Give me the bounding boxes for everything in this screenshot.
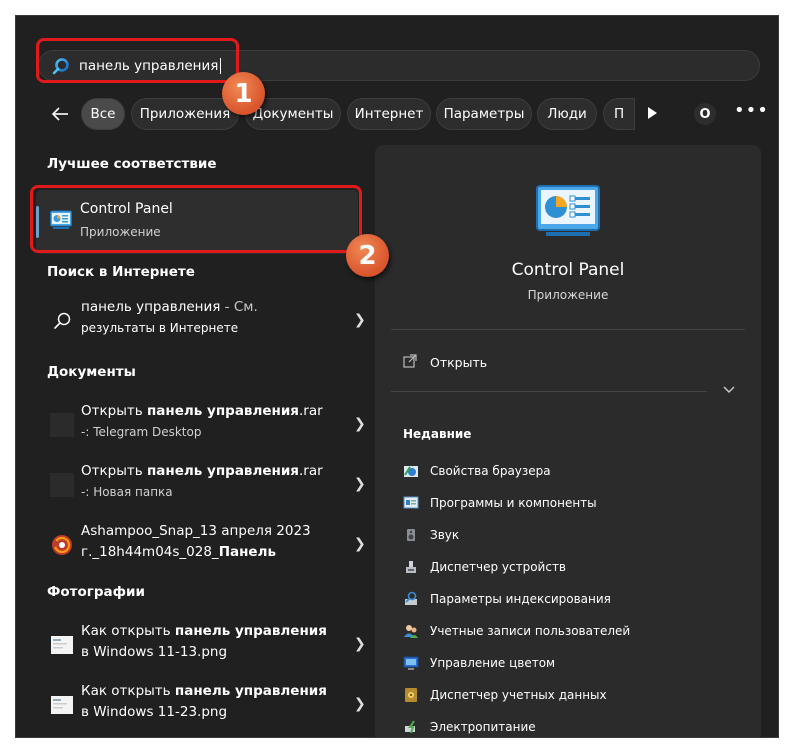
internet-options-icon [404,466,418,477]
annotation-highlight-result [30,185,362,253]
image-thumbnail [51,636,73,654]
document-location: -: Telegram Desktop [81,425,202,439]
divider [391,391,707,392]
web-result-line2: результаты в Интернете [81,321,239,335]
details-app-name: Control Panel [511,260,625,280]
indexing-options-icon [405,591,417,605]
recent-item-label: Управление цветом [430,656,556,670]
chevron-right-icon[interactable]: ❯ [354,536,366,552]
filter-chip-internet[interactable]: Интернет [347,98,431,130]
recent-item-label: Электропитание [430,720,536,734]
speaker-icon [407,529,415,541]
photo-item[interactable]: Как открыть панель управления в Windows … [36,618,366,676]
image-thumbnail [51,696,73,714]
recent-item-label: Диспетчер устройств [430,560,567,574]
document-prefix: Открыть [81,403,147,419]
chevron-right-icon[interactable]: ❯ [354,476,366,492]
document-prefix: Открыть [81,463,147,479]
user-accounts-icon [404,625,418,638]
step-badge-2: 2 [346,234,389,277]
photo-prefix: Как открыть [81,683,175,699]
section-title-photos: Фотографии [47,584,145,600]
document-suffix: .rar [298,403,323,419]
photo-match: панель управления [174,683,327,699]
open-label: Открыть [430,355,488,370]
divider [391,329,745,330]
filter-chip-all[interactable]: Все [81,98,125,130]
open-external-icon [403,354,417,368]
back-arrow-icon[interactable] [50,104,70,124]
web-result-query: панель управления [81,299,221,315]
ashampoo-snap-icon [52,535,72,555]
details-pane: Control Panel Приложение Открыть Недавни… [375,145,761,737]
account-avatar[interactable]: O [694,103,716,125]
color-management-icon [403,656,419,670]
photo-item[interactable]: Как открыть панель управления в Windows … [36,678,366,736]
recent-title: Недавние [403,427,472,441]
document-thumbnail [50,473,74,497]
play-icon[interactable] [646,106,658,120]
programs-features-icon [403,496,419,509]
chevron-down-icon[interactable] [722,385,736,395]
filter-chip-people[interactable]: Люди [537,98,597,130]
device-manager-icon [406,561,416,573]
document-match: панель управления [146,403,299,419]
document-match: панель управления [146,463,299,479]
start-search-panel: панель управления Все Приложения Докумен… [15,15,779,738]
section-title-documents: Документы [47,364,136,380]
document-location: -: Новая папка [81,485,173,499]
recent-item-label: Параметры индексирования [430,592,611,606]
section-title-web: Поиск в Интернете [47,264,195,280]
section-title-best-match: Лучшее соответствие [47,156,217,172]
document-title: Ashampoo_Snap_13 апреля 2023 [81,523,311,539]
recent-item-label: Учетные записи пользователей [430,624,631,638]
document-thumbnail [50,413,74,437]
more-options-icon[interactable]: ••• [734,100,769,121]
photo-prefix: Как открыть [81,623,175,639]
document-item[interactable]: Открыть панель управления.rar -: Telegra… [36,398,366,456]
recent-item-label: Свойства браузера [430,464,551,478]
step-badge-1: 1 [222,72,265,115]
credential-manager-icon [405,688,417,702]
filter-bar: Все Приложения Документы Интернет Параме… [16,98,778,130]
document-item[interactable]: Ashampoo_Snap_13 апреля 2023 г._18h44m04… [36,518,366,576]
document-title-line2: г._18h44m04s_028_ [81,544,219,560]
document-suffix: .rar [298,463,323,479]
photo-title-line2: в Windows 11-23.png [81,704,228,720]
annotation-highlight-search [36,38,239,83]
chevron-right-icon[interactable]: ❯ [354,696,366,712]
filter-chip-apps[interactable]: Приложения [131,98,239,130]
web-search-result[interactable]: панель управления - См. результаты в Инт… [36,294,366,352]
chevron-right-icon[interactable]: ❯ [354,636,366,652]
power-options-icon [405,720,415,734]
photo-match: панель управления [174,623,327,639]
photo-title-line2: в Windows 11-13.png [81,644,228,660]
recent-item-label: Звук [430,528,460,542]
recent-item-label: Программы и компоненты [430,496,597,510]
control-panel-icon [536,185,600,236]
document-item[interactable]: Открыть панель управления.rar -: Новая п… [36,458,366,516]
web-result-suffix: - См. [220,299,258,315]
filter-chip-settings[interactable]: Параметры [436,98,532,130]
filter-chip-more[interactable]: П [603,98,635,130]
details-app-type: Приложение [527,288,609,302]
document-match: Панель [218,544,277,560]
recent-item-label: Диспетчер учетных данных [430,688,607,702]
search-icon [54,312,71,329]
chevron-right-icon[interactable]: ❯ [354,312,366,328]
chevron-right-icon[interactable]: ❯ [354,416,366,432]
